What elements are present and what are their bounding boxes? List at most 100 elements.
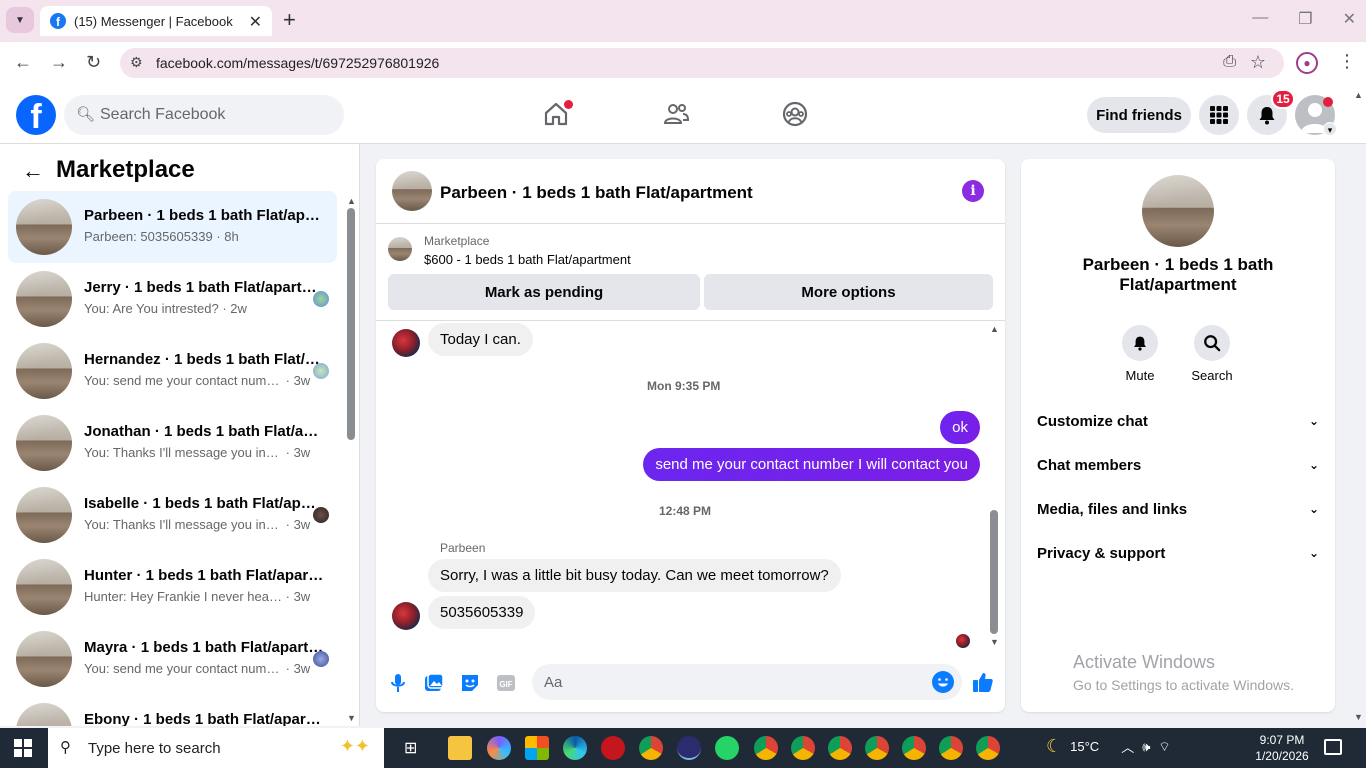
restore-icon[interactable]: ❐ bbox=[1298, 9, 1312, 29]
groups-icon[interactable] bbox=[781, 100, 809, 128]
conversation-item[interactable]: Jonathan · 1 beds 1 bath Flat/apartment … bbox=[8, 407, 337, 479]
back-arrow-icon[interactable]: ← bbox=[22, 158, 44, 184]
chat-scroll-up-icon[interactable]: ▲ bbox=[990, 324, 999, 334]
page-scroll-down-icon[interactable]: ▼ bbox=[1354, 712, 1363, 722]
message-timestamp: Mon 9:35 PM bbox=[647, 379, 721, 393]
conversation-item[interactable]: Hunter · 1 beds 1 bath Flat/apartment Hu… bbox=[8, 551, 337, 623]
message-input[interactable]: Aa bbox=[532, 664, 962, 700]
account-chevron-icon[interactable]: ▾ bbox=[1323, 122, 1337, 136]
chat-scrollbar[interactable] bbox=[990, 510, 998, 634]
sticker-icon[interactable] bbox=[459, 672, 481, 694]
sidebar-scroll-down-icon[interactable]: ▼ bbox=[347, 713, 356, 723]
browser-tab[interactable]: f (15) Messenger | Facebook ✕ bbox=[40, 6, 272, 36]
taskbar-search-input[interactable]: ⚲ Type here to search ✦✦ bbox=[48, 728, 384, 768]
more-options-button[interactable]: More options bbox=[704, 274, 993, 310]
edge-icon[interactable] bbox=[563, 736, 587, 760]
chrome-icon[interactable] bbox=[791, 736, 815, 760]
address-bar[interactable]: ⚙ facebook.com/messages/t/69725297680192… bbox=[120, 48, 1284, 78]
chrome-icon[interactable] bbox=[939, 736, 963, 760]
close-window-icon[interactable]: ✕ bbox=[1343, 9, 1356, 29]
whatsapp-icon[interactable] bbox=[715, 736, 739, 760]
sidebar-scroll-up-icon[interactable]: ▲ bbox=[347, 196, 356, 206]
weather-temperature[interactable]: 15°C bbox=[1070, 739, 1099, 754]
conversation-snippet: You: send me your contact number I will … bbox=[84, 661, 311, 676]
conversation-item[interactable]: Jerry · 1 beds 1 bath Flat/apartment You… bbox=[8, 263, 337, 335]
chat-scroll-down-icon[interactable]: ▼ bbox=[990, 637, 999, 647]
browser-profile-icon[interactable]: ● bbox=[1296, 52, 1318, 74]
media-files-links-section[interactable]: Media, files and links ⌄ bbox=[1037, 497, 1319, 521]
conversation-item[interactable]: Mayra · 1 beds 1 bath Flat/apartment You… bbox=[8, 623, 337, 695]
conversation-item[interactable]: Isabelle · 1 beds 1 bath Flat/apartment … bbox=[8, 479, 337, 551]
account-notification-dot bbox=[1323, 97, 1333, 107]
incoming-message: Sorry, I was a little bit busy today. Ca… bbox=[428, 559, 841, 592]
copilot-icon[interactable] bbox=[487, 736, 511, 760]
conversation-item[interactable]: Hernandez · 1 beds 1 bath Flat/apartment… bbox=[8, 335, 337, 407]
back-icon[interactable]: ← bbox=[14, 52, 32, 73]
find-friends-button[interactable]: Find friends bbox=[1087, 97, 1191, 133]
browser-menu-icon[interactable]: ⋮ bbox=[1338, 51, 1356, 72]
search-action[interactable]: Search bbox=[1182, 325, 1242, 383]
facebook-logo-icon[interactable]: f bbox=[16, 95, 56, 135]
divider bbox=[376, 223, 1005, 224]
forward-icon[interactable]: → bbox=[50, 52, 68, 73]
bookmark-star-icon[interactable]: ☆ bbox=[1250, 52, 1266, 73]
incoming-message: Today I can. bbox=[428, 323, 533, 356]
volume-icon[interactable]: 🕪︎ bbox=[1142, 739, 1150, 755]
microphone-icon[interactable] bbox=[387, 672, 409, 694]
chrome-icon[interactable] bbox=[976, 736, 1000, 760]
tab-search-menu-button[interactable]: ▼ bbox=[6, 7, 34, 33]
site-info-icon[interactable]: ⚙ bbox=[130, 54, 143, 71]
contact-name: Parbeen · 1 beds 1 bath Flat/apartment bbox=[1082, 255, 1274, 294]
store-icon[interactable] bbox=[525, 736, 549, 760]
conversation-item-partial[interactable]: Ebony · 1 beds 1 bath Flat/apartment bbox=[8, 695, 337, 726]
chat-members-section[interactable]: Chat members ⌄ bbox=[1037, 453, 1319, 477]
chrome-icon[interactable] bbox=[902, 736, 926, 760]
mark-as-pending-button[interactable]: Mark as pending bbox=[388, 274, 700, 310]
chrome-icon[interactable] bbox=[754, 736, 778, 760]
conversation-item[interactable]: Parbeen · 1 beds 1 bath Flat/apartment P… bbox=[8, 191, 337, 263]
chrome-icon[interactable] bbox=[639, 736, 663, 760]
chat-header-avatar[interactable] bbox=[392, 171, 432, 211]
task-view-icon[interactable]: ⊞ bbox=[404, 738, 417, 758]
message-input-placeholder: Aa bbox=[544, 673, 563, 691]
active-app-icon[interactable] bbox=[677, 736, 701, 760]
contact-avatar[interactable] bbox=[1142, 175, 1214, 247]
install-app-icon[interactable]: ⎙ bbox=[1223, 53, 1236, 71]
conversation-info-icon[interactable]: i bbox=[962, 180, 984, 202]
sidebar-scrollbar[interactable] bbox=[347, 208, 355, 440]
listing-thumbnail bbox=[388, 237, 412, 261]
sender-avatar[interactable] bbox=[392, 329, 420, 357]
windows-start-icon[interactable] bbox=[14, 739, 32, 757]
gif-icon[interactable]: GIF bbox=[495, 672, 517, 694]
listing-price-title[interactable]: $600 - 1 beds 1 bath Flat/apartment bbox=[424, 252, 631, 267]
reload-icon[interactable]: ↻ bbox=[86, 52, 101, 73]
mute-action[interactable]: Mute bbox=[1110, 325, 1170, 383]
sender-avatar[interactable] bbox=[392, 602, 420, 630]
photo-icon[interactable] bbox=[423, 672, 445, 694]
friends-icon[interactable] bbox=[662, 100, 690, 128]
outgoing-message: ok bbox=[940, 411, 980, 444]
weather-moon-icon[interactable]: ☾ bbox=[1046, 736, 1062, 757]
app-icon[interactable] bbox=[601, 736, 625, 760]
page-scroll-up-icon[interactable]: ▲ bbox=[1354, 90, 1363, 100]
marketplace-label: Marketplace bbox=[424, 234, 490, 248]
privacy-support-section[interactable]: Privacy & support ⌄ bbox=[1037, 541, 1319, 565]
mute-label: Mute bbox=[1125, 368, 1155, 383]
close-tab-icon[interactable]: ✕ bbox=[249, 12, 262, 32]
menu-grid-button[interactable] bbox=[1199, 95, 1239, 135]
new-tab-icon[interactable]: + bbox=[283, 9, 296, 31]
taskbar-clock[interactable]: 9:07 PM 1/20/2026 bbox=[1252, 732, 1312, 764]
chat-title[interactable]: Parbeen · 1 beds 1 bath Flat/apartment bbox=[440, 183, 753, 203]
facebook-search-input[interactable]: 🔍︎ Search Facebook bbox=[64, 95, 344, 135]
notification-center-icon[interactable] bbox=[1324, 739, 1342, 755]
like-thumbs-up-icon[interactable] bbox=[971, 670, 995, 694]
customize-chat-section[interactable]: Customize chat ⌄ bbox=[1037, 409, 1319, 433]
chrome-icon[interactable] bbox=[828, 736, 852, 760]
emoji-icon[interactable] bbox=[932, 671, 954, 693]
tray-overflow-icon[interactable]: ︿ bbox=[1121, 737, 1134, 756]
chrome-icon[interactable] bbox=[865, 736, 889, 760]
network-icon[interactable]: ⌔ bbox=[1158, 739, 1170, 755]
minimize-icon[interactable]: — bbox=[1252, 9, 1268, 29]
seen-avatar bbox=[313, 363, 329, 379]
file-explorer-icon[interactable] bbox=[448, 736, 472, 760]
